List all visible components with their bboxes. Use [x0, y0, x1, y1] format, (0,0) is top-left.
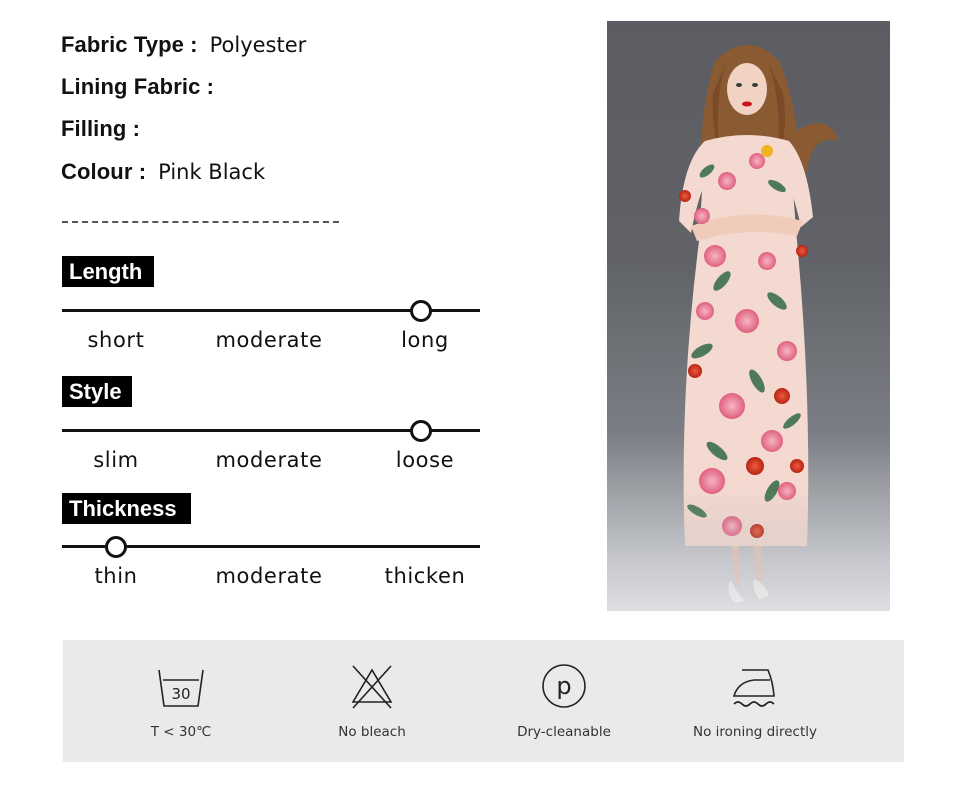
dry-clean-p-icon: p — [542, 664, 586, 708]
care-item-no-bleach: No bleach — [272, 640, 472, 762]
care-item-dry-clean: p Dry-cleanable — [464, 640, 664, 762]
care-item-no-ironing: No ironing directly — [655, 640, 855, 762]
spec-filling: Filling : — [61, 116, 152, 146]
care-item-wash-30: 30 T < 30℃ — [81, 640, 281, 762]
lips — [742, 101, 752, 107]
spec-label: Colour : — [61, 159, 147, 184]
style-scale-knob — [410, 419, 433, 442]
care-instructions-panel: 30 T < 30℃ No bleach p Dry-cleanable No … — [63, 640, 904, 762]
product-photo — [607, 21, 890, 611]
spec-colour: Colour : Pink Black — [61, 159, 265, 189]
dashed-divider — [62, 221, 339, 223]
no-bleach-icon — [351, 665, 393, 709]
spec-value: Polyester — [209, 33, 307, 57]
spec-label: Lining Fabric : — [61, 74, 215, 99]
length-option-long: long — [401, 328, 449, 352]
care-label: No bleach — [338, 724, 406, 740]
dry-clean-letter: p — [556, 672, 571, 700]
face — [727, 63, 767, 115]
length-option-short: short — [87, 328, 145, 352]
thickness-scale-knob — [105, 535, 128, 558]
wash-30-icon: 30 — [158, 669, 204, 707]
spec-value: Pink Black — [158, 160, 266, 184]
spec-fabric-type: Fabric Type : Polyester — [61, 32, 306, 62]
wash-temp-number: 30 — [171, 685, 190, 703]
spec-label: Fabric Type : — [61, 32, 198, 57]
thickness-badge: Thickness — [62, 493, 191, 524]
thickness-option-thin: thin — [94, 564, 138, 588]
care-label: No ironing directly — [693, 724, 817, 740]
style-option-moderate: moderate — [215, 448, 323, 472]
style-option-slim: slim — [93, 448, 139, 472]
spec-lining-fabric: Lining Fabric : — [61, 74, 226, 104]
iron-steam-icon — [732, 669, 775, 707]
thickness-option-moderate: moderate — [215, 564, 323, 588]
length-scale-knob — [410, 299, 433, 322]
length-option-moderate: moderate — [215, 328, 323, 352]
spec-label: Filling : — [61, 116, 141, 141]
model-illustration — [607, 45, 890, 611]
thickness-option-thicken: thicken — [384, 564, 466, 588]
style-badge: Style — [62, 376, 132, 407]
length-badge: Length — [62, 256, 154, 287]
care-label: Dry-cleanable — [517, 724, 611, 740]
care-label: T < 30℃ — [150, 724, 212, 740]
style-option-loose: loose — [395, 448, 455, 472]
